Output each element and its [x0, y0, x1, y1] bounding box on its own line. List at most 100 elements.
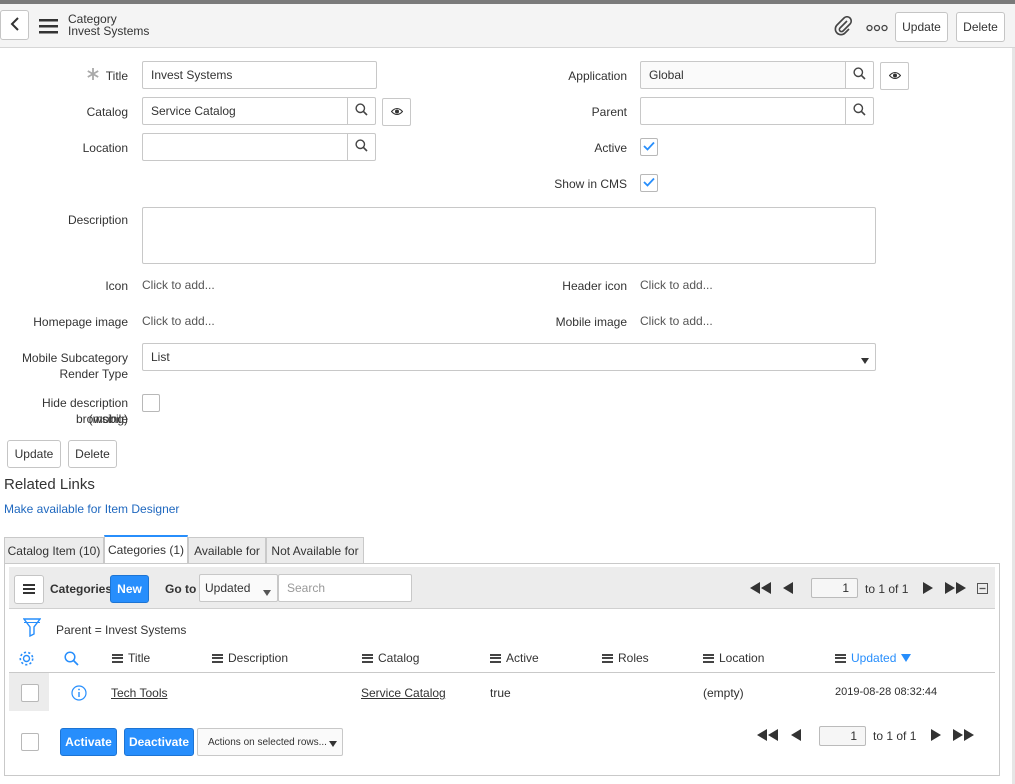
- row-checkbox[interactable]: [21, 684, 39, 702]
- eye-icon: [390, 105, 403, 119]
- column-menu-icon[interactable]: [490, 653, 501, 663]
- item-designer-link[interactable]: Make available for Item Designer: [4, 502, 179, 516]
- homepage-image-label: Homepage image: [33, 315, 128, 329]
- info-icon[interactable]: [71, 685, 87, 704]
- form-update-button[interactable]: Update: [7, 440, 61, 468]
- column-header-title[interactable]: Title: [112, 651, 150, 665]
- new-button[interactable]: New: [110, 575, 149, 603]
- column-menu-icon[interactable]: [112, 653, 123, 663]
- list-search-input[interactable]: Search: [278, 574, 412, 602]
- back-button[interactable]: [0, 10, 29, 40]
- last-page-icon[interactable]: [945, 582, 967, 597]
- previous-page-icon[interactable]: [783, 582, 794, 597]
- column-menu-icon[interactable]: [362, 653, 373, 663]
- record-name: Invest Systems: [68, 24, 150, 38]
- mobile-render-select-value: List: [151, 350, 170, 364]
- parent-lookup-button[interactable]: [845, 97, 874, 125]
- caret-down-icon: [861, 353, 869, 367]
- deactivate-button[interactable]: Deactivate: [124, 728, 194, 756]
- last-page-icon[interactable]: [953, 729, 975, 744]
- activate-button[interactable]: Activate: [60, 728, 117, 756]
- location-lookup-button[interactable]: [347, 133, 376, 161]
- column-title-label: Title: [128, 651, 151, 665]
- caret-down-icon: [329, 739, 337, 750]
- tab-catalog-item[interactable]: Catalog Item (10): [4, 537, 104, 564]
- filter-icon[interactable]: [22, 617, 42, 640]
- next-page-icon[interactable]: [923, 582, 934, 597]
- catalog-field[interactable]: Service Catalog: [142, 97, 348, 125]
- tab-available-for[interactable]: Available for: [188, 537, 266, 564]
- more-options-icon[interactable]: [866, 21, 888, 35]
- paperclip-icon[interactable]: [833, 15, 853, 39]
- actions-select[interactable]: Actions on selected rows...: [197, 728, 343, 756]
- header-icon-click-to-add[interactable]: Click to add...: [640, 278, 713, 292]
- page-number-input-bottom[interactable]: 1: [819, 726, 866, 746]
- column-header-location[interactable]: Location: [703, 651, 764, 665]
- application-lookup-button[interactable]: [845, 61, 874, 89]
- homepage-image-click-to-add[interactable]: Click to add...: [142, 314, 215, 328]
- hamburger-menu-icon[interactable]: [39, 18, 58, 37]
- column-header-catalog[interactable]: Catalog: [362, 651, 419, 665]
- form-delete-button[interactable]: Delete: [68, 440, 117, 468]
- mobile-render-label-line2: Render Type: [59, 367, 129, 381]
- column-header-roles[interactable]: Roles: [602, 651, 649, 665]
- header-delete-button[interactable]: Delete: [956, 12, 1005, 42]
- parent-field[interactable]: [640, 97, 846, 125]
- page-number-input[interactable]: 1: [811, 578, 858, 598]
- related-links-heading: Related Links: [4, 476, 95, 493]
- tab-not-available-for[interactable]: Not Available for: [266, 537, 364, 564]
- application-preview-button[interactable]: [880, 62, 909, 90]
- catalog-preview-button[interactable]: [382, 98, 411, 126]
- row-active: true: [490, 686, 511, 700]
- show-in-cms-checkbox[interactable]: [640, 174, 658, 192]
- search-icon: [355, 103, 368, 119]
- catalog-label: Catalog: [86, 105, 128, 119]
- column-menu-icon[interactable]: [602, 653, 613, 663]
- search-icon: [853, 103, 866, 119]
- row-catalog-link[interactable]: Service Catalog: [361, 686, 446, 700]
- icon-click-to-add[interactable]: Click to add...: [142, 278, 215, 292]
- application-label: Application: [568, 69, 627, 83]
- first-page-icon[interactable]: [750, 582, 772, 597]
- column-description-label: Description: [228, 651, 289, 665]
- location-field[interactable]: [142, 133, 348, 161]
- mandatory-asterisk-icon: [86, 67, 100, 84]
- previous-page-icon[interactable]: [791, 729, 802, 744]
- catalog-lookup-button[interactable]: [347, 97, 376, 125]
- search-icon: [853, 67, 866, 83]
- hide-description-label-line2: browsing): [75, 412, 128, 426]
- column-header-active[interactable]: Active: [490, 651, 539, 665]
- title-field[interactable]: Invest Systems: [142, 61, 377, 89]
- column-header-description[interactable]: Description: [212, 651, 288, 665]
- active-checkbox[interactable]: [640, 138, 658, 156]
- search-icon[interactable]: [64, 651, 79, 669]
- location-label: Location: [82, 141, 128, 155]
- goto-field-select[interactable]: Updated: [199, 574, 278, 602]
- column-roles-label: Roles: [618, 651, 649, 665]
- chevron-left-icon: [9, 16, 21, 34]
- mobile-render-select[interactable]: List: [142, 343, 876, 371]
- goto-label: Go to: [165, 582, 197, 596]
- description-textarea[interactable]: [142, 207, 876, 264]
- collapse-icon[interactable]: [977, 583, 988, 597]
- row-title-link[interactable]: Tech Tools: [111, 686, 167, 700]
- column-menu-icon[interactable]: [703, 653, 714, 663]
- mobile-image-click-to-add[interactable]: Click to add...: [640, 314, 713, 328]
- column-menu-icon[interactable]: [212, 653, 223, 663]
- column-header-updated[interactable]: Updated: [835, 651, 912, 665]
- sort-descending-icon: [901, 651, 912, 665]
- description-label: Description: [67, 213, 128, 227]
- first-page-icon[interactable]: [757, 729, 779, 744]
- list-menu-button[interactable]: [14, 575, 44, 604]
- select-all-checkbox[interactable]: [21, 733, 39, 751]
- breadcrumb-condition[interactable]: Parent = Invest Systems: [56, 623, 186, 637]
- mobile-image-label: Mobile image: [555, 315, 627, 329]
- column-updated-label: Updated: [851, 651, 897, 665]
- tab-categories[interactable]: Categories (1): [104, 535, 188, 563]
- next-page-icon[interactable]: [931, 729, 942, 744]
- gear-icon[interactable]: [18, 650, 35, 670]
- application-field[interactable]: Global: [640, 61, 846, 89]
- hide-description-checkbox[interactable]: [142, 394, 160, 412]
- column-menu-icon[interactable]: [835, 653, 846, 663]
- header-update-button[interactable]: Update: [895, 12, 948, 42]
